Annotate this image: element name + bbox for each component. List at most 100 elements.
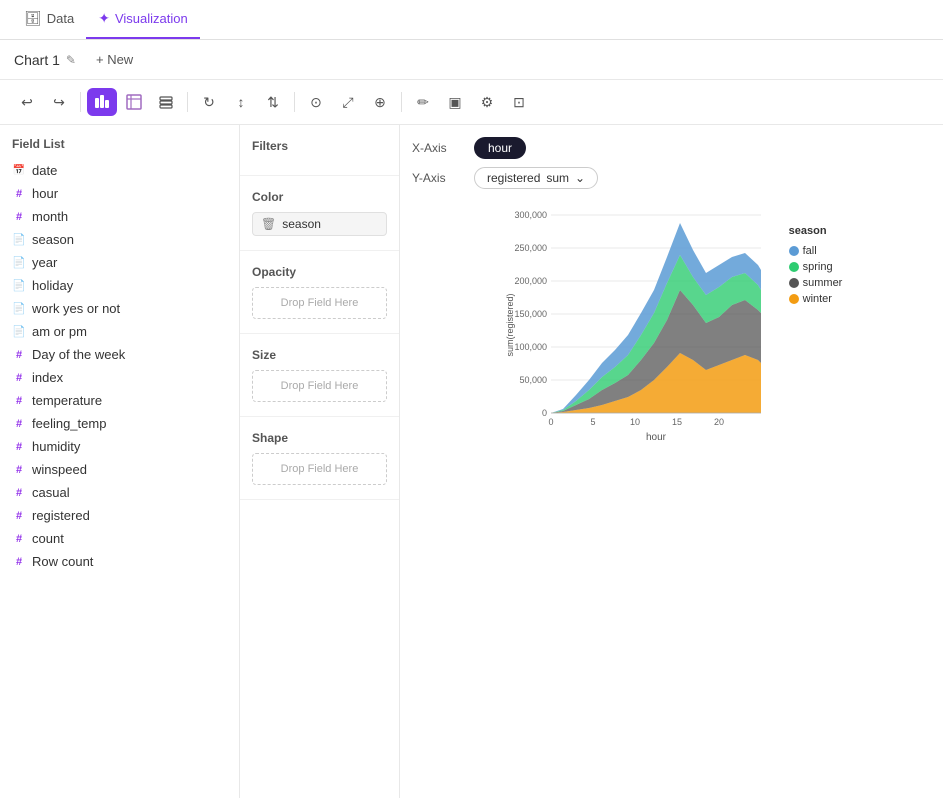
x-axis-field-pill[interactable]: hour [474, 137, 526, 159]
sort-desc-button[interactable]: ⇅ [258, 88, 288, 116]
field-type-hash-casual: # [12, 487, 26, 499]
field-name-feeling-temp: feeling_temp [32, 416, 106, 431]
toolbar-separator-2 [187, 92, 188, 112]
field-type-date-icon: 📅 [12, 165, 26, 176]
align-button[interactable]: ⊙ [301, 88, 331, 116]
field-name-row-count: Row count [32, 554, 93, 569]
color-field-label: season [282, 217, 321, 231]
filters-section: Filters [240, 125, 399, 176]
field-item-humidity[interactable]: # humidity [0, 435, 239, 458]
legend-dot-fall [789, 246, 799, 256]
field-item-season[interactable]: 📄 season [0, 228, 239, 251]
export-button[interactable]: ⊡ [504, 88, 534, 116]
field-list-title: Field List [0, 137, 239, 159]
field-name-humidity: humidity [32, 439, 80, 454]
undo-button[interactable]: ↩ [12, 88, 42, 116]
color-field-chip[interactable]: 🗑 season [252, 212, 387, 236]
field-name-casual: casual [32, 485, 70, 500]
field-item-casual[interactable]: # casual [0, 481, 239, 504]
field-item-year[interactable]: 📄 year [0, 251, 239, 274]
field-type-hash-temp: # [12, 395, 26, 407]
top-nav: 🗄 Data ✦ Visualization [0, 0, 943, 40]
legend-item-summer: summer [789, 277, 843, 289]
y-axis-row: Y-Axis registered sum ⌄ [412, 167, 931, 189]
field-item-month[interactable]: # month [0, 205, 239, 228]
x-axis-ticks: 0 5 10 15 20 [548, 417, 724, 427]
new-chart-button[interactable]: + New [88, 50, 141, 69]
y-axis-title: sum(registered) [505, 293, 515, 356]
svg-text:50,000: 50,000 [519, 375, 547, 385]
svg-text:15: 15 [672, 417, 682, 427]
field-item-date[interactable]: 📅 date [0, 159, 239, 182]
refresh-button[interactable]: ↻ [194, 88, 224, 116]
visualization-tab-icon: ✦ [98, 10, 110, 27]
opacity-title: Opacity [252, 265, 387, 279]
field-item-row-count[interactable]: # Row count [0, 550, 239, 573]
trash-icon[interactable]: 🗑 [261, 217, 276, 231]
opacity-section: Opacity Drop Field Here [240, 251, 399, 334]
toolbar-separator-4 [401, 92, 402, 112]
x-axis-title: hour [646, 432, 667, 443]
shape-title: Shape [252, 431, 387, 445]
field-type-hash-humidity: # [12, 441, 26, 453]
y-axis-label: Y-Axis [412, 171, 462, 185]
tab-data[interactable]: 🗄 Data [12, 0, 86, 39]
field-name-index: index [32, 370, 63, 385]
toolbar-separator-3 [294, 92, 295, 112]
field-item-temperature[interactable]: # temperature [0, 389, 239, 412]
svg-text:10: 10 [630, 417, 640, 427]
main-layout: Field List 📅 date # hour # month 📄 seaso… [0, 125, 943, 798]
opacity-drop-zone[interactable]: Drop Field Here [252, 287, 387, 319]
size-section: Size Drop Field Here [240, 334, 399, 417]
field-item-index[interactable]: # index [0, 366, 239, 389]
x-axis-row: X-Axis hour [412, 137, 931, 159]
field-item-am-or-pm[interactable]: 📄 am or pm [0, 320, 239, 343]
field-item-hour[interactable]: # hour [0, 182, 239, 205]
field-name-temperature: temperature [32, 393, 102, 408]
edit-chart-title-icon[interactable]: ✎ [66, 53, 76, 67]
field-name-season: season [32, 232, 74, 247]
expand-button[interactable]: ⤢ [333, 88, 363, 116]
settings-button[interactable]: ⚙ [472, 88, 502, 116]
y-axis-field: registered [487, 171, 540, 185]
field-name-winspeed: winspeed [32, 462, 87, 477]
image-button[interactable]: ▣ [440, 88, 470, 116]
brush-button[interactable]: ✏ [408, 88, 438, 116]
size-drop-zone[interactable]: Drop Field Here [252, 370, 387, 402]
chart-title-bar: Chart 1 ✎ + New [0, 40, 943, 80]
legend-label-winter: winter [803, 293, 832, 305]
field-item-holiday[interactable]: 📄 holiday [0, 274, 239, 297]
chart-type-button[interactable] [87, 88, 117, 116]
field-name-month: month [32, 209, 68, 224]
svg-text:200,000: 200,000 [514, 276, 547, 286]
svg-text:150,000: 150,000 [514, 309, 547, 319]
y-axis-select[interactable]: registered sum ⌄ [474, 167, 598, 189]
field-item-winspeed[interactable]: # winspeed [0, 458, 239, 481]
field-item-count[interactable]: # count [0, 527, 239, 550]
sort-asc-button[interactable]: ↕ [226, 88, 256, 116]
legend-label-summer: summer [803, 277, 843, 289]
color-title: Color [252, 190, 387, 204]
field-item-registered[interactable]: # registered [0, 504, 239, 527]
chart-area: X-Axis hour Y-Axis registered sum ⌄ [400, 125, 943, 798]
field-type-text-year: 📄 [12, 256, 26, 269]
select-button[interactable]: ⊕ [365, 88, 395, 116]
field-item-work-yes-or-not[interactable]: 📄 work yes or not [0, 297, 239, 320]
toolbar: ↩ ↪ ↻ ↕ ⇅ ⊙ ⤢ ⊕ ✏ ▣ ⚙ ⊡ [0, 80, 943, 125]
field-item-feeling-temp[interactable]: # feeling_temp [0, 412, 239, 435]
layers-button[interactable] [151, 88, 181, 116]
toolbar-separator-1 [80, 92, 81, 112]
field-name-year: year [32, 255, 57, 270]
redo-button[interactable]: ↪ [44, 88, 74, 116]
field-type-hash-winspeed: # [12, 464, 26, 476]
field-type-text-holiday: 📄 [12, 279, 26, 292]
tab-visualization[interactable]: ✦ Visualization [86, 0, 200, 39]
field-type-hash-rowcount: # [12, 556, 26, 568]
svg-text:5: 5 [590, 417, 595, 427]
shape-drop-zone[interactable]: Drop Field Here [252, 453, 387, 485]
table-button[interactable] [119, 88, 149, 116]
field-item-day-of-week[interactable]: # Day of the week [0, 343, 239, 366]
tab-data-label: Data [47, 11, 74, 26]
field-type-hash-count: # [12, 533, 26, 545]
chart-title-text: Chart 1 [14, 52, 60, 68]
